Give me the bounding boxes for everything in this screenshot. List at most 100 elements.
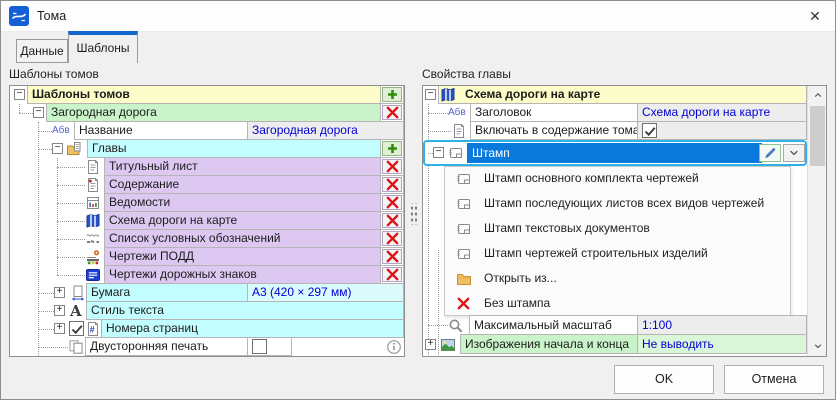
delete-button[interactable]	[382, 177, 402, 192]
expand-icon[interactable]: +	[425, 339, 436, 350]
image-icon	[440, 337, 462, 353]
title-bar[interactable]: Тома ✕	[1, 1, 835, 32]
tree-row[interactable]: Чертежи дорожных знаков	[10, 266, 404, 284]
add-button[interactable]	[382, 141, 402, 156]
property-value[interactable]: 1:100	[637, 315, 807, 335]
tree-row[interactable]: Список условных обозначений	[10, 230, 404, 248]
delete-button[interactable]	[382, 105, 402, 120]
action-cell	[380, 175, 404, 194]
scroll-down-button[interactable]	[808, 337, 827, 354]
tree-row[interactable]: Изображения начала и конца+Не выводить	[423, 335, 807, 354]
cancel-button[interactable]: Отмена	[724, 365, 824, 394]
delete-button[interactable]	[382, 159, 402, 174]
tree-row[interactable]: Содержание	[10, 176, 404, 194]
tree-row[interactable]: Максимальный масштаб1:100	[423, 316, 807, 335]
tree-row[interactable]: Шаблоны томов−	[10, 86, 404, 104]
list-item[interactable]: Штамп последующих листов всех видов черт…	[423, 191, 807, 216]
tree-connector	[57, 221, 85, 222]
list-item-label: Штамп последующих листов всех видов черт…	[484, 191, 764, 216]
tree-row[interactable]: Загородная дорога−	[10, 104, 404, 122]
list-item[interactable]: Штамп текстовых документов	[423, 216, 807, 241]
tree-row[interactable]: Включать в содержание тома	[423, 122, 807, 140]
close-icon[interactable]: ✕	[797, 1, 833, 31]
collapse-icon[interactable]: −	[33, 107, 44, 118]
property-name: Содержание	[104, 175, 381, 194]
75-icon	[28, 158, 50, 174]
action-cell	[380, 157, 404, 176]
collapse-icon[interactable]: −	[425, 89, 436, 100]
hash-icon: #	[85, 321, 107, 337]
symbols-icon	[85, 231, 107, 247]
property-name: Двусторонняя печать	[85, 337, 248, 356]
property-value[interactable]: Загородная дорога	[247, 121, 404, 140]
expand-icon[interactable]: +	[54, 323, 65, 334]
tree-row[interactable]: Стиль текста+A	[10, 302, 404, 320]
svg-text:#: #	[90, 325, 95, 335]
expand-icon[interactable]: +	[54, 305, 65, 316]
tab-data[interactable]: Данные	[16, 39, 68, 63]
page-red-icon	[85, 177, 107, 193]
expand-icon[interactable]: +	[54, 287, 65, 298]
property-value[interactable]	[637, 121, 807, 140]
checkbox[interactable]	[642, 123, 657, 138]
tree-row[interactable]: Титульный лист	[10, 158, 404, 176]
collapse-icon[interactable]: −	[14, 89, 25, 100]
delete-button[interactable]	[382, 231, 402, 246]
list-item[interactable]: Без штампа	[423, 291, 807, 316]
tree-row[interactable]: Схема дороги на карте−	[423, 86, 807, 104]
xmark-icon	[456, 296, 478, 312]
list-item-label: Открыть из...	[484, 266, 557, 291]
property-name: Загородная дорога	[46, 103, 381, 122]
dropdown-button[interactable]	[783, 144, 805, 162]
road-scheme-icon	[9, 6, 29, 26]
property-name: Номера страниц	[101, 319, 404, 338]
panel-splitter[interactable]	[409, 203, 418, 225]
add-button[interactable]	[382, 87, 402, 102]
property-value[interactable]	[247, 337, 292, 356]
abc-icon: Абв	[52, 123, 74, 139]
edit-button[interactable]	[759, 144, 781, 162]
ok-button[interactable]: OK	[614, 365, 714, 394]
tree-row[interactable]: Схема дороги на карте	[10, 212, 404, 230]
list-item[interactable]: Штамп основного комплекта чертежей	[423, 166, 807, 191]
list-item-label: Без штампа	[484, 291, 550, 316]
action-cell	[380, 229, 404, 248]
property-name: Название	[74, 121, 248, 140]
scroll-thumb[interactable]	[810, 106, 825, 166]
tree-row[interactable]: Двусторонняя печать	[10, 338, 404, 356]
tree-row[interactable]: − Штамп	[423, 140, 807, 166]
checkbox[interactable]	[69, 321, 84, 336]
delete-button[interactable]	[382, 195, 402, 210]
property-name: Ведомости	[104, 193, 381, 212]
tree-row[interactable]: Номера страниц + #	[10, 320, 404, 338]
collapse-icon[interactable]: −	[52, 143, 63, 154]
collapse-icon[interactable]: −	[433, 147, 444, 158]
checkbox[interactable]	[252, 339, 267, 354]
scroll-up-button[interactable]	[808, 86, 827, 103]
tree-row[interactable]: ЗаголовокАбвСхема дороги на карте	[423, 104, 807, 122]
property-value[interactable]: Схема дороги на карте	[637, 103, 807, 122]
property-name: Схема дороги на карте	[438, 85, 807, 104]
tree-row[interactable]: Главы−	[10, 140, 404, 158]
tree-row[interactable]: Ведомости	[10, 194, 404, 212]
action-cell	[380, 85, 404, 104]
right-panel-label: Свойства главы	[422, 67, 511, 81]
textA-icon: A	[70, 303, 92, 319]
folder-page-icon	[66, 141, 88, 157]
tree-connector	[57, 203, 85, 204]
list-item[interactable]: Открыть из...	[423, 266, 807, 291]
property-name[interactable]: Штамп	[467, 143, 762, 163]
property-name: Чертежи дорожных знаков	[104, 265, 381, 284]
tree-connector	[57, 167, 85, 168]
tree-row[interactable]: НазваниеАбв Загородная дорога	[10, 122, 404, 140]
property-value[interactable]: Не выводить	[637, 334, 807, 354]
tab-templates[interactable]: Шаблоны	[68, 31, 138, 63]
property-value[interactable]: А3 (420 × 297 мм)	[247, 283, 404, 302]
scrollbar[interactable]	[807, 86, 827, 356]
tree-row[interactable]: Чертежи ПОДД	[10, 248, 404, 266]
delete-button[interactable]	[382, 213, 402, 228]
delete-button[interactable]	[382, 249, 402, 264]
delete-button[interactable]	[382, 267, 402, 282]
tree-row[interactable]: Бумага+А3 (420 × 297 мм)	[10, 284, 404, 302]
list-item[interactable]: Штамп чертежей строительных изделий	[423, 241, 807, 266]
